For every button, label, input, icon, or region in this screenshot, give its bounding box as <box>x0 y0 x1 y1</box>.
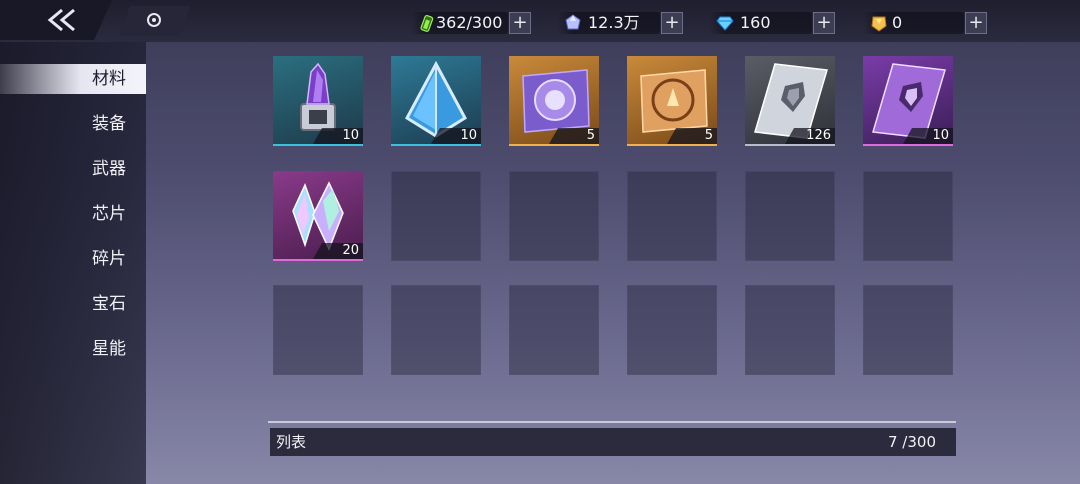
footer-divider <box>268 421 956 423</box>
empty-slot <box>863 171 953 261</box>
stamina-icon <box>420 15 434 32</box>
empty-slot <box>273 285 363 375</box>
tab-star-energy[interactable]: 星能 <box>0 334 146 364</box>
back-button[interactable] <box>0 0 112 40</box>
category-sidebar: 材料 装备 武器 芯片 碎片 宝石 星能 <box>0 42 146 484</box>
resource-stamina: 362/300 + <box>412 12 532 34</box>
resource-gold-gem: 0 + <box>864 12 988 34</box>
inventory-slot[interactable]: 10 <box>273 56 363 146</box>
empty-slot <box>627 285 717 375</box>
crystal-value: 12.3万 <box>588 13 640 32</box>
empty-slot <box>391 171 481 261</box>
diamond-value: 160 <box>740 13 771 32</box>
empty-slot <box>509 285 599 375</box>
tab-gems[interactable]: 宝石 <box>0 289 146 319</box>
empty-slot <box>745 171 835 261</box>
diamond-icon <box>716 16 734 31</box>
add-diamond-button[interactable]: + <box>813 12 835 34</box>
list-footer: 列表 7 /300 <box>270 428 956 456</box>
tab-materials[interactable]: 材料 <box>0 64 146 94</box>
tab-weapons[interactable]: 武器 <box>0 154 146 184</box>
tab-fragments[interactable]: 碎片 <box>0 244 146 274</box>
tab-chips[interactable]: 芯片 <box>0 199 146 229</box>
home-button[interactable] <box>120 6 190 36</box>
stamina-value: 362/300 <box>436 13 503 32</box>
empty-slot <box>627 171 717 261</box>
inventory-slot[interactable]: 20 <box>273 171 363 261</box>
capacity-count: 7 /300 <box>888 433 936 451</box>
list-label: 列表 <box>276 433 307 451</box>
crystal-icon <box>565 14 581 30</box>
inventory-slot[interactable]: 5 <box>627 56 717 146</box>
double-chevron-left-icon <box>47 8 75 32</box>
empty-slot <box>391 285 481 375</box>
add-crystal-button[interactable]: + <box>661 12 683 34</box>
gold-gem-icon <box>871 16 887 32</box>
inventory-slot[interactable]: 5 <box>509 56 599 146</box>
add-gold-gem-button[interactable]: + <box>965 12 987 34</box>
resource-diamond: 160 + <box>710 12 836 34</box>
inventory-slot[interactable]: 10 <box>863 56 953 146</box>
empty-slot <box>509 171 599 261</box>
resource-crystal: 12.3万 + <box>558 12 684 34</box>
inventory-slot[interactable]: 126 <box>745 56 835 146</box>
gold-gem-value: 0 <box>892 13 903 32</box>
top-bar: 362/300 + 12.3万 + 160 + 0 + <box>0 0 1080 42</box>
add-stamina-button[interactable]: + <box>509 12 531 34</box>
empty-slot <box>745 285 835 375</box>
inventory-slot[interactable]: 10 <box>391 56 481 146</box>
empty-slot <box>863 285 953 375</box>
home-icon <box>147 13 161 27</box>
tab-equipment[interactable]: 装备 <box>0 109 146 139</box>
